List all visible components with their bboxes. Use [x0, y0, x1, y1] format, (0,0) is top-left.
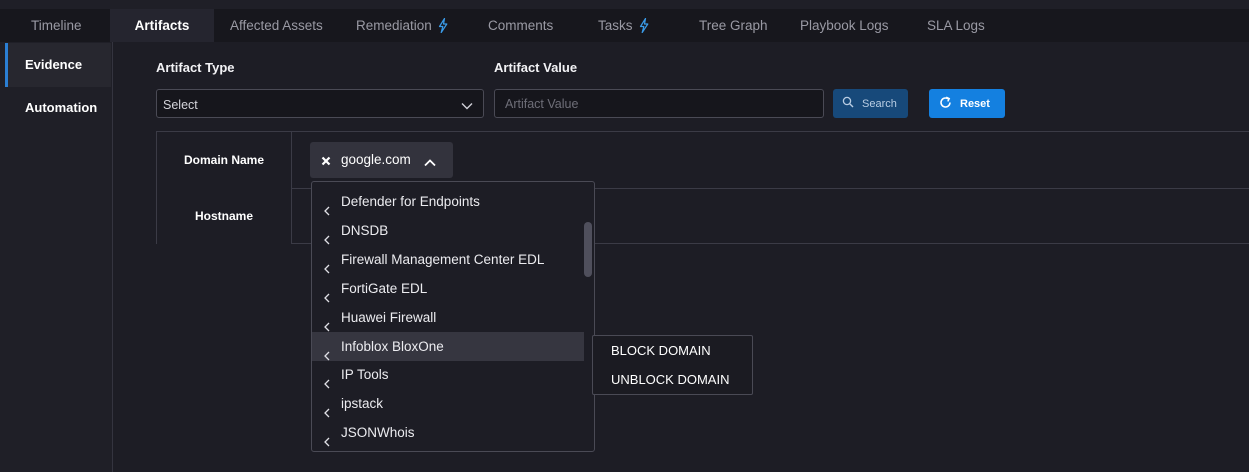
select-value: Select: [163, 98, 198, 112]
block-domain-menu-item[interactable]: BLOCK DOMAIN: [611, 343, 711, 358]
list-item-label: DNSDB: [341, 223, 389, 238]
list-item-label: IP Tools: [341, 367, 389, 382]
close-icon[interactable]: [321, 154, 331, 169]
tab-comments[interactable]: Comments: [488, 9, 553, 42]
chevron-up-icon[interactable]: [424, 155, 436, 170]
refresh-icon: [939, 96, 960, 112]
tab-label: Playbook Logs: [800, 18, 889, 33]
list-item[interactable]: IP Tools: [312, 360, 584, 389]
list-item-highlighted[interactable]: Infoblox BloxOne: [312, 332, 584, 361]
reset-button-label: Reset: [960, 97, 990, 110]
list-item[interactable]: Huawei Firewall: [312, 303, 584, 332]
bolt-icon: [639, 12, 649, 45]
artifact-type-select[interactable]: Select: [156, 89, 484, 118]
list-item-label: Huawei Firewall: [341, 310, 437, 325]
tab-label: Tasks: [598, 18, 633, 33]
tab-label: Remediation: [356, 18, 432, 33]
list-item-label: ipstack: [341, 396, 384, 411]
list-item[interactable]: Firewall Management Center EDL: [312, 245, 584, 274]
tab-remediation[interactable]: Remediation: [356, 9, 448, 42]
tab-affected-assets[interactable]: Affected Assets: [230, 9, 323, 42]
row-header-domain-name: Domain Name: [157, 132, 292, 188]
list-item[interactable]: Defender for Endpoints: [312, 187, 584, 216]
list-item[interactable]: ipstack: [312, 389, 584, 418]
search-button[interactable]: Search: [833, 89, 908, 118]
row-header-hostname: Hostname: [157, 188, 292, 244]
list-item-label: Firewall Management Center EDL: [341, 252, 545, 267]
tab-label: SLA Logs: [927, 18, 985, 33]
artifact-chip[interactable]: google.com: [310, 142, 453, 178]
list-item-label: FortiGate EDL: [341, 281, 428, 296]
sidebar-item-evidence[interactable]: Evidence: [5, 43, 111, 87]
list-item-label: Infoblox BloxOne: [341, 339, 444, 354]
bolt-icon: [438, 12, 448, 45]
artifact-value-input[interactable]: [494, 89, 824, 118]
artifact-type-label: Artifact Type: [156, 60, 235, 75]
tab-tree-graph[interactable]: Tree Graph: [699, 9, 768, 42]
list-item[interactable]: DNSDB: [312, 216, 584, 245]
artifact-value-label: Artifact Value: [494, 60, 578, 75]
unblock-domain-menu-item[interactable]: UNBLOCK DOMAIN: [611, 372, 729, 387]
list-item-label: Defender for Endpoints: [341, 194, 480, 209]
action-submenu: BLOCK DOMAIN UNBLOCK DOMAIN: [592, 335, 753, 395]
search-button-label: Search: [862, 97, 897, 110]
top-strip: [0, 0, 1249, 9]
sidebar: Evidence Automation: [0, 42, 113, 472]
tab-sla-logs[interactable]: SLA Logs: [927, 9, 985, 42]
artifact-chip-value: google.com: [341, 152, 411, 167]
dropdown-scrollbar[interactable]: [584, 222, 592, 277]
search-icon: [842, 96, 862, 111]
tab-artifacts[interactable]: Artifacts: [110, 9, 214, 42]
tab-label: Affected Assets: [230, 18, 323, 33]
sidebar-item-label: Evidence: [25, 57, 83, 72]
tab-label: Comments: [488, 18, 554, 33]
tab-bar: Timeline Artifacts Affected Assets Remed…: [0, 9, 1249, 42]
tab-label: Artifacts: [134, 18, 190, 33]
tab-label: Timeline: [31, 18, 82, 33]
tab-label: Tree Graph: [699, 18, 768, 33]
reset-button[interactable]: Reset: [929, 89, 1005, 118]
tab-tasks[interactable]: Tasks: [598, 9, 649, 42]
tab-playbook-logs[interactable]: Playbook Logs: [800, 9, 889, 42]
chevron-down-icon: [461, 98, 473, 113]
chevron-left-icon: [324, 428, 330, 451]
sidebar-item-automation[interactable]: Automation: [5, 86, 111, 130]
list-item-label: JSONWhois: [341, 425, 415, 440]
sidebar-item-label: Automation: [25, 100, 98, 115]
list-item[interactable]: JSONWhois: [312, 418, 584, 447]
list-item[interactable]: FortiGate EDL: [312, 274, 584, 303]
tab-timeline[interactable]: Timeline: [31, 9, 82, 42]
integration-dropdown: Defender for Endpoints DNSDB Firewall Ma…: [311, 181, 595, 452]
